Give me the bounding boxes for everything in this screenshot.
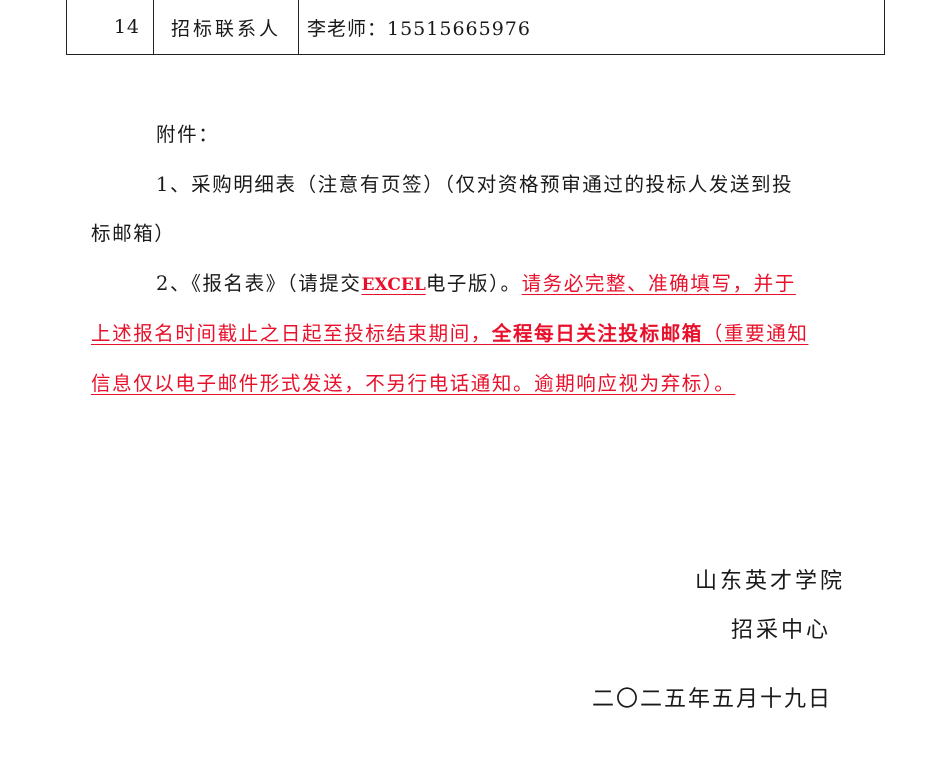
table-row: 14 招标联系人 李老师：15515665976 <box>66 0 885 55</box>
row-value: 李老师：15515665976 <box>298 0 885 55</box>
attachment-1-line-2: 标邮箱） <box>91 222 176 245</box>
attachment-2-line-2: 上述报名时间截止之日起至投标结束期间，全程每日关注投标邮箱（重要通知 <box>91 317 808 346</box>
row-number: 14 <box>66 0 154 55</box>
signature-date: 二〇二五年五月十九日 <box>592 687 833 712</box>
excel-label: EXCEL <box>361 275 426 295</box>
signature-dept: 招采中心 <box>731 618 832 643</box>
attachment-2-line-1: 2、《报名表》（请提交EXCEL电子版）。请务必完整、准确填写，并于 <box>156 267 796 296</box>
attachments-heading: 附件： <box>156 123 220 146</box>
attachment-2-red-2c: （重要通知 <box>702 322 809 345</box>
signature-org: 山东英才学院 <box>695 569 846 594</box>
attachment-2-red-1: 请务必完整、准确填写，并于 <box>521 272 796 295</box>
attachment-2-red-2b: 全程每日关注投标邮箱 <box>491 322 703 345</box>
attachment-2-line-3: 信息仅以电子邮件形式发送，不另行电话通知。逾期响应视为弃标）。 <box>91 372 736 395</box>
attachment-2-suffix: 电子版）。 <box>425 272 522 295</box>
attachment-2-red-2a: 上述报名时间截止之日起至投标结束期间， <box>91 322 492 345</box>
row-item: 招标联系人 <box>153 0 299 55</box>
info-table: 14 招标联系人 李老师：15515665976 <box>66 0 885 55</box>
attachment-1-line-1: 1、采购明细表（注意有页签）（仅对资格预审通过的投标人发送到投 <box>156 173 794 196</box>
attachment-2-prefix: 2、《报名表》（请提交 <box>156 272 362 295</box>
